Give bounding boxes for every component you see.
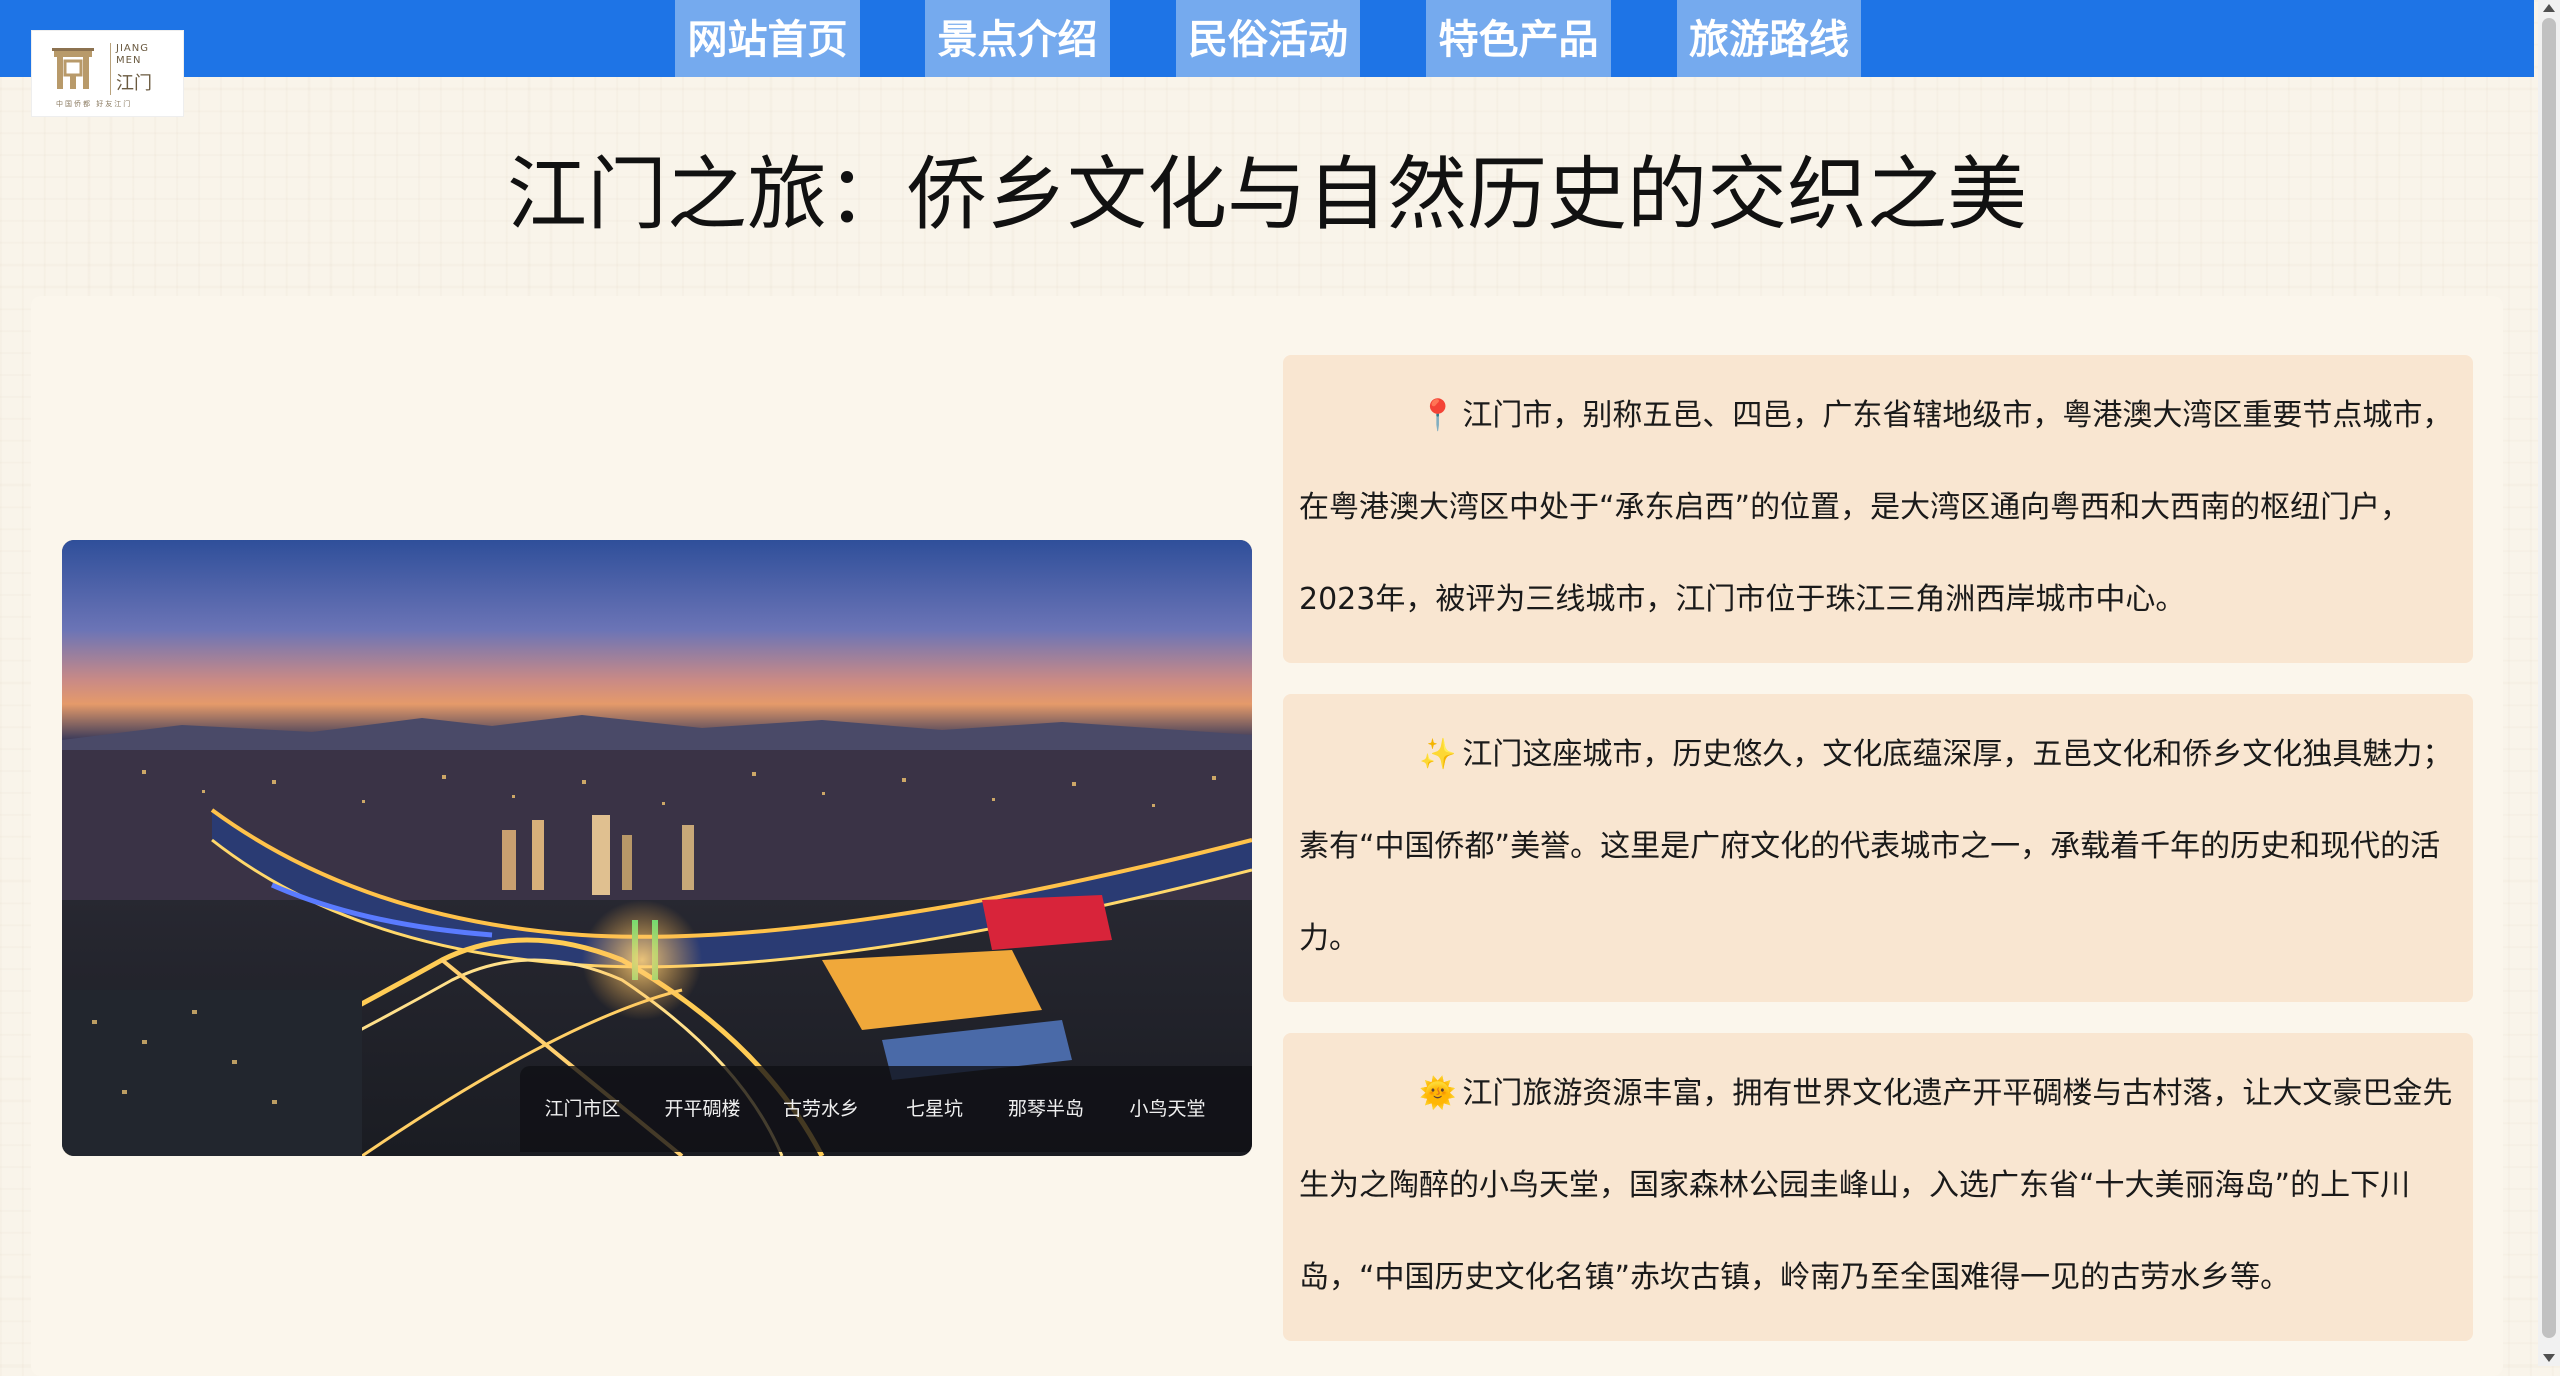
nav-home[interactable]: 网站首页 <box>675 0 860 77</box>
carousel-tab-bar: 江门市区 开平碉楼 古劳水乡 七星坑 那琴半岛 小鸟天堂 <box>520 1066 1252 1152</box>
nav-attractions[interactable]: 景点介绍 <box>925 0 1110 77</box>
nav-specialty-products[interactable]: 特色产品 <box>1426 0 1611 77</box>
info-text-tourism: 江门旅游资源丰富，拥有世界文化遗产开平碉楼与古村落，让大文豪巴金先生为之陶醉的小… <box>1299 1076 2453 1295</box>
carousel-tab-jiangmen-city[interactable]: 江门市区 <box>520 1066 645 1152</box>
sun-icon: 🌞 <box>1419 1076 1457 1111</box>
page-title: 江门之旅：侨乡文化与自然历史的交织之美 <box>507 148 2027 241</box>
carousel-tab-kaiping-diaolou[interactable]: 开平碉楼 <box>645 1066 760 1152</box>
scroll-up-arrow-icon[interactable] <box>2543 4 2555 12</box>
info-text-overview: 江门市，别称五邑、四邑，广东省辖地级市，粤港澳大湾区重要节点城市，在粤港澳大湾区… <box>1299 398 2453 617</box>
night-cityscape-image <box>62 540 1252 1156</box>
carousel-tab-naqin-peninsula[interactable]: 那琴半岛 <box>987 1066 1105 1152</box>
nav-travel-routes[interactable]: 旅游路线 <box>1677 0 1861 77</box>
scroll-down-arrow-icon[interactable] <box>2543 1354 2555 1362</box>
pin-icon: 📍 <box>1419 398 1457 433</box>
logo-tagline: 中国侨都 好友江门 <box>56 100 133 108</box>
vertical-scrollbar[interactable] <box>2538 0 2560 1366</box>
carousel-tab-bird-paradise[interactable]: 小鸟天堂 <box>1105 1066 1230 1152</box>
site-logo[interactable]: JIANG MEN 江门 中国侨都 好友江门 <box>31 30 184 117</box>
sparkles-icon: ✨ <box>1419 737 1457 772</box>
carousel-tab-gulao-water-village[interactable]: 古劳水乡 <box>760 1066 882 1152</box>
top-nav-bar: 网站首页 景点介绍 民俗活动 特色产品 旅游路线 <box>0 0 2534 77</box>
info-paragraph-overview: 📍 江门市，别称五邑、四邑，广东省辖地级市，粤港澳大湾区重要节点城市，在粤港澳大湾… <box>1299 370 2457 646</box>
city-night-photo[interactable]: 江门市区 开平碉楼 古劳水乡 七星坑 那琴半岛 小鸟天堂 <box>62 540 1252 1156</box>
info-card-tourism: 🌞 江门旅游资源丰富，拥有世界文化遗产开平碉楼与古村落，让大文豪巴金先生为之陶醉的… <box>1283 1033 2473 1341</box>
scrollbar-thumb[interactable] <box>2542 18 2556 1338</box>
info-card-overview: 📍 江门市，别称五邑、四邑，广东省辖地级市，粤港澳大湾区重要节点城市，在粤港澳大湾… <box>1283 355 2473 663</box>
gate-logo-icon <box>52 48 94 89</box>
logo-zh-text: 江门 <box>116 73 152 94</box>
info-paragraph-tourism: 🌞 江门旅游资源丰富，拥有世界文化遗产开平碉楼与古村落，让大文豪巴金先生为之陶醉的… <box>1299 1048 2457 1324</box>
logo-divider <box>110 43 111 95</box>
logo-en-text: JIANG MEN <box>116 43 149 66</box>
carousel-tab-qixingkeng[interactable]: 七星坑 <box>882 1066 987 1152</box>
info-paragraph-history: ✨ 江门这座城市，历史悠久，文化底蕴深厚，五邑文化和侨乡文化独具魅力；素有“中国侨… <box>1299 709 2457 985</box>
nav-folk-activities[interactable]: 民俗活动 <box>1176 0 1360 77</box>
info-text-history: 江门这座城市，历史悠久，文化底蕴深厚，五邑文化和侨乡文化独具魅力；素有“中国侨都… <box>1299 737 2453 956</box>
info-card-history: ✨ 江门这座城市，历史悠久，文化底蕴深厚，五邑文化和侨乡文化独具魅力；素有“中国侨… <box>1283 694 2473 1002</box>
